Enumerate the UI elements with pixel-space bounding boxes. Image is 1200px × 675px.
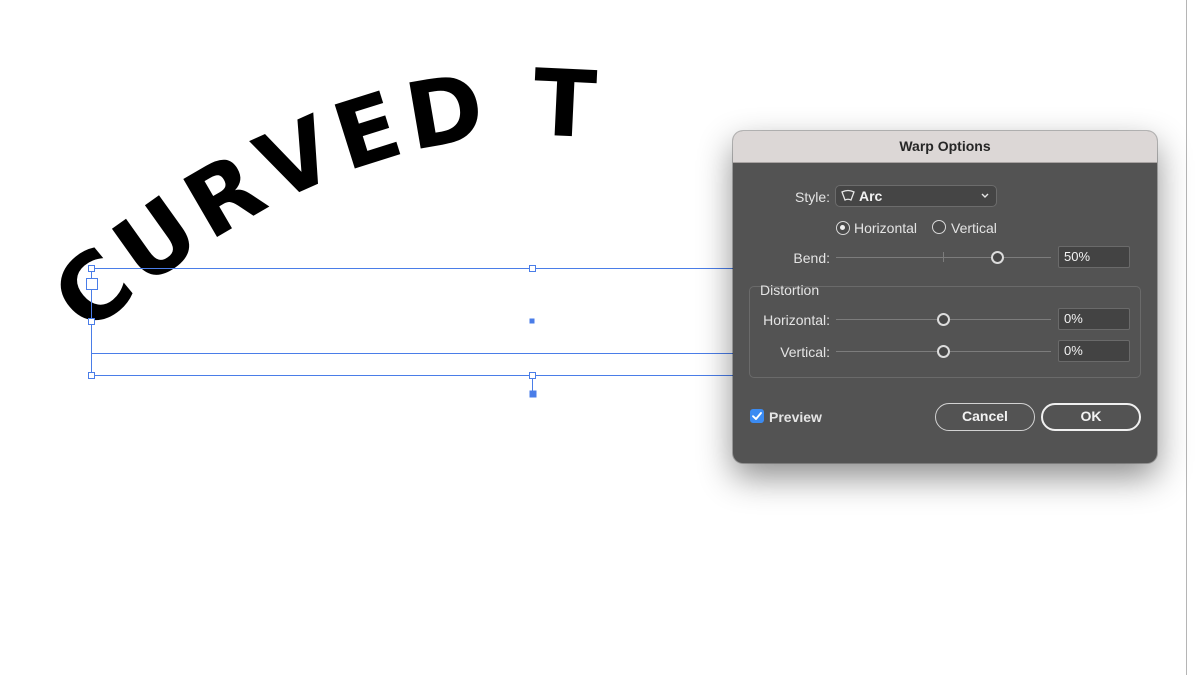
cancel-button[interactable]: Cancel <box>935 403 1035 431</box>
distortion-horizontal-value: 0% <box>1064 311 1083 326</box>
ok-button[interactable]: OK <box>1041 403 1141 431</box>
chevron-down-icon <box>981 193 989 198</box>
handle-bottom-left <box>88 372 95 379</box>
warp-control-handle[interactable] <box>529 390 537 398</box>
distortion-vertical-slider[interactable] <box>836 345 1051 359</box>
vertical-radio[interactable] <box>932 220 946 234</box>
center-point <box>529 318 535 324</box>
bend-slider-knob[interactable] <box>991 251 1004 264</box>
handle-bottom-center <box>529 372 536 379</box>
style-label: Style: <box>794 189 830 205</box>
bend-value: 50% <box>1064 249 1091 264</box>
handle-top-center <box>529 265 536 272</box>
warped-text-path: CURVED T <box>33 49 598 352</box>
radio-selected-dot <box>840 225 845 230</box>
distortion-horizontal-knob[interactable] <box>937 313 950 326</box>
distortion-vertical-knob[interactable] <box>937 345 950 358</box>
bend-label: Bend: <box>793 250 830 266</box>
preview-label[interactable]: Preview <box>769 409 822 425</box>
distortion-group-label: Distortion <box>760 282 820 298</box>
distortion-horizontal-label: Horizontal: <box>763 312 830 328</box>
text-port-in <box>86 278 98 290</box>
arc-icon <box>841 189 855 201</box>
horizontal-radio-label[interactable]: Horizontal <box>854 220 917 236</box>
distortion-vertical-field[interactable]: 0% <box>1058 340 1130 362</box>
warped-text[interactable]: CURVED T <box>33 49 604 352</box>
handle-top-left <box>88 265 95 272</box>
bend-slider-center-tick <box>943 252 944 262</box>
horizontal-radio[interactable] <box>836 221 850 235</box>
dialog-titlebar[interactable]: Warp Options <box>733 131 1157 163</box>
dialog-title: Warp Options <box>899 138 991 154</box>
checkmark-icon <box>752 412 762 420</box>
style-dropdown[interactable]: Arc <box>835 185 997 207</box>
distortion-vertical-value: 0% <box>1064 343 1083 358</box>
bend-value-field[interactable]: 50% <box>1058 246 1130 268</box>
handle-middle-left <box>88 318 95 325</box>
style-value: Arc <box>859 188 883 204</box>
vertical-radio-label[interactable]: Vertical <box>951 220 997 236</box>
distortion-group <box>749 286 1141 378</box>
distortion-horizontal-slider[interactable] <box>836 313 1051 327</box>
distortion-horizontal-field[interactable]: 0% <box>1058 308 1130 330</box>
distortion-vertical-label: Vertical: <box>780 344 830 360</box>
warp-options-dialog: Warp Options Style: Arc Horizontal Verti… <box>733 131 1157 463</box>
preview-checkbox[interactable] <box>750 409 764 423</box>
bend-slider[interactable] <box>836 251 1051 265</box>
